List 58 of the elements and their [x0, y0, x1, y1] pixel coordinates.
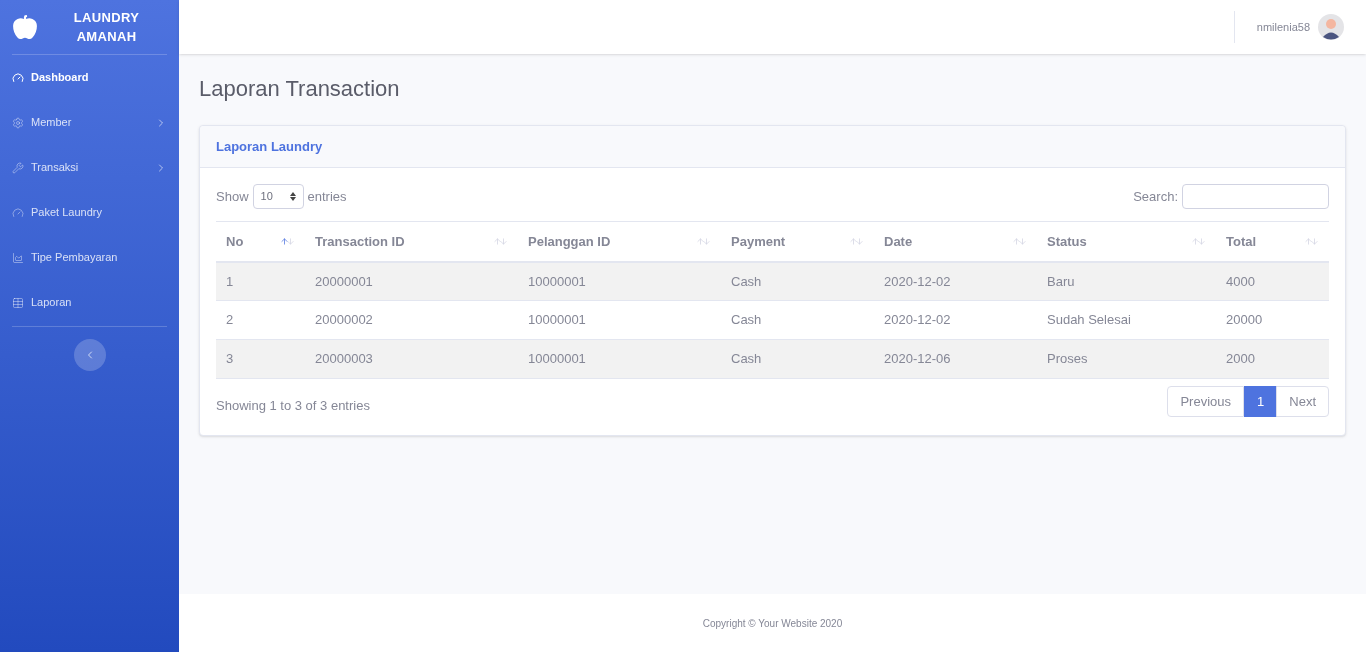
- gauge-icon: [12, 206, 24, 219]
- column-header[interactable]: Pelanggan ID: [518, 221, 721, 262]
- table-cell: Cash: [721, 261, 874, 301]
- column-header[interactable]: Date: [874, 221, 1037, 262]
- brand-name: LAUNDRY AMANAH: [72, 9, 141, 46]
- sidebar-item[interactable]: Tipe Pembayaran: [12, 235, 167, 280]
- table-cell: 2020-12-02: [874, 261, 1037, 301]
- copyright-text: Copyright © Your Website 2020: [702, 616, 843, 631]
- table-cell: 2: [216, 300, 305, 340]
- table-cell: 10000001: [518, 339, 721, 379]
- sidebar-item[interactable]: Transaksi: [12, 145, 167, 190]
- table-cell: 10000001: [518, 300, 721, 340]
- table-cell: 4000: [1216, 261, 1329, 301]
- area-chart-icon: [12, 251, 24, 264]
- table-cell: 3: [216, 339, 305, 379]
- entries-select[interactable]: 10: [252, 184, 304, 209]
- show-label: Show: [216, 187, 249, 206]
- table-icon: [12, 296, 24, 309]
- sidebar-item[interactable]: Paket Laundry: [12, 190, 167, 235]
- wrench-icon: [12, 161, 24, 174]
- pagination-button[interactable]: Next: [1276, 386, 1329, 417]
- column-header[interactable]: Total: [1216, 221, 1329, 262]
- sort-caret-icon: [289, 192, 296, 201]
- avatar-icon[interactable]: [1318, 14, 1344, 40]
- pagination-button[interactable]: 1: [1244, 386, 1278, 417]
- apple-logo-icon: [12, 14, 38, 40]
- sidebar-item[interactable]: Member: [12, 100, 167, 145]
- gauge-icon: [12, 71, 24, 84]
- entries-info: Showing 1 to 3 of 3 entries: [216, 396, 370, 415]
- column-header[interactable]: No: [216, 221, 305, 262]
- table-cell: 1: [216, 261, 305, 301]
- card-title: Laporan Laundry: [216, 137, 323, 156]
- table-cell: 20000003: [305, 339, 518, 379]
- sidebar-toggle-button[interactable]: [73, 339, 106, 371]
- table-cell: Baru: [1037, 261, 1216, 301]
- sidebar-item[interactable]: Dashboard: [12, 55, 167, 100]
- pagination-button[interactable]: Previous: [1167, 386, 1245, 417]
- column-header[interactable]: Payment: [721, 221, 874, 262]
- table-cell: Cash: [721, 339, 874, 379]
- table-cell: Proses: [1037, 339, 1216, 379]
- column-header[interactable]: Status: [1037, 221, 1216, 262]
- search-label: Search:: [1133, 187, 1178, 206]
- search-field[interactable]: [1182, 184, 1329, 209]
- sidebar-item[interactable]: Laporan: [12, 280, 167, 325]
- table-cell: 10000001: [518, 261, 721, 301]
- table-cell: 20000002: [305, 300, 518, 340]
- table-cell: Sudah Selesai: [1037, 300, 1216, 340]
- table-cell: 20000: [1216, 300, 1329, 340]
- page-title: Laporan Transaction: [199, 75, 401, 103]
- table-cell: 2000: [1216, 339, 1329, 379]
- table-cell: 20000001: [305, 261, 518, 301]
- username[interactable]: nmilenia58: [1256, 18, 1310, 36]
- table-cell: 2020-12-06: [874, 339, 1037, 379]
- table-cell: 2020-12-02: [874, 300, 1037, 340]
- gear-icon: [12, 116, 24, 129]
- table-cell: Cash: [721, 300, 874, 340]
- column-header[interactable]: Transaction ID: [305, 221, 518, 262]
- entries-label: entries: [307, 187, 347, 206]
